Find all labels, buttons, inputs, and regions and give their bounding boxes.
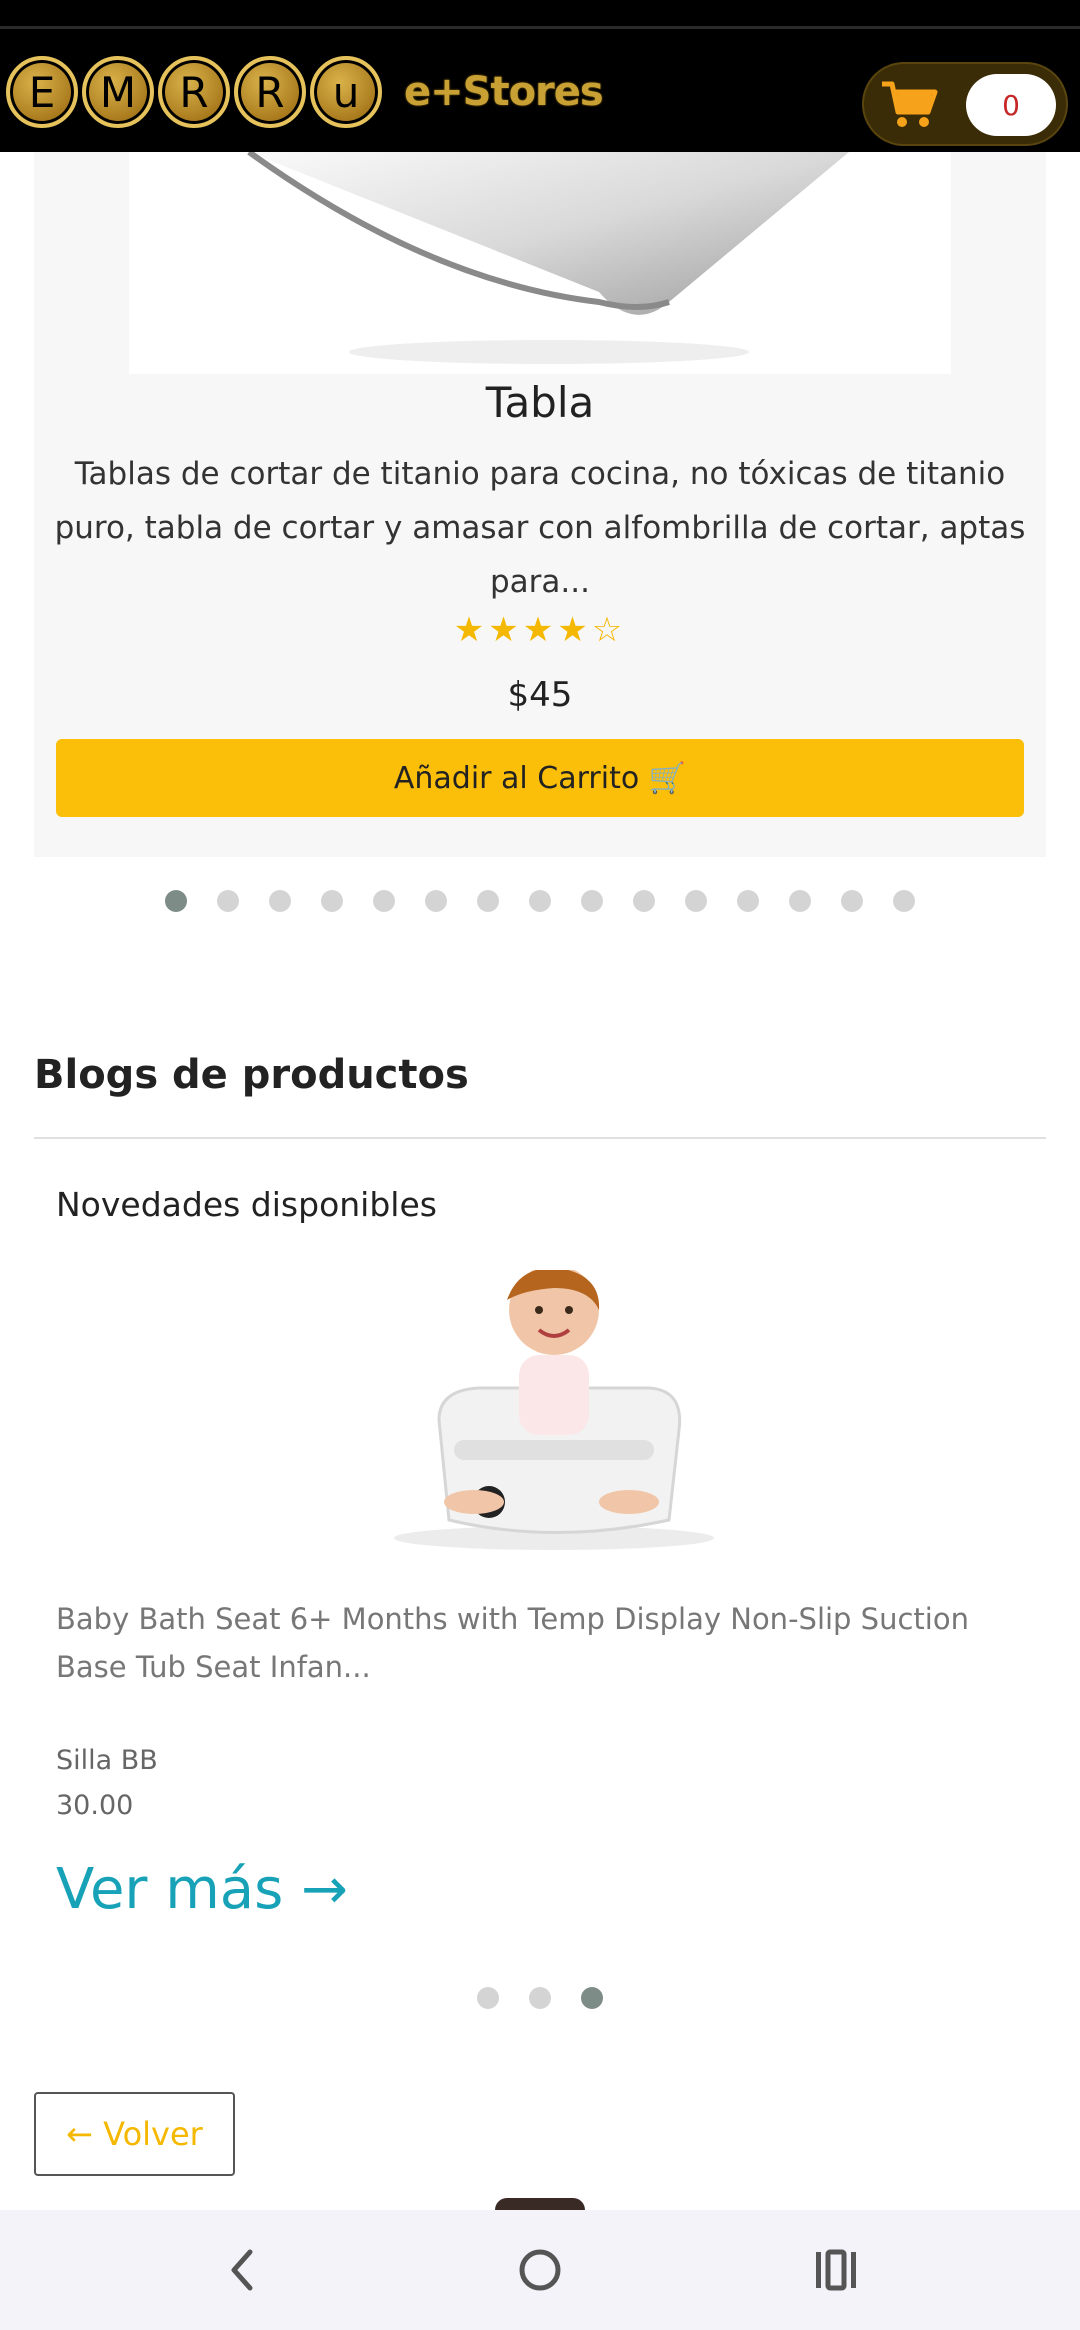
blog-carousel-dot[interactable] — [529, 1987, 551, 2009]
next-blog-image-peek — [495, 2198, 585, 2210]
logo-coin-m: M — [82, 56, 154, 128]
product-carousel-dot[interactable] — [373, 890, 395, 912]
logo-coin-e: E — [6, 56, 78, 128]
star-filled-icon: ★ — [522, 610, 558, 650]
product-carousel-dot[interactable] — [425, 890, 447, 912]
product-carousel-dots — [0, 890, 1080, 914]
logo-coin-r1: R — [158, 56, 230, 128]
site-logo[interactable]: E M R R u e+Stores — [6, 37, 604, 147]
blog-description: Baby Bath Seat 6+ Months with Temp Displ… — [56, 1602, 969, 1684]
baby-bath-seat-image[interactable] — [379, 1270, 729, 1560]
section-divider — [34, 1137, 1046, 1139]
product-carousel-dot[interactable] — [841, 890, 863, 912]
status-bar — [0, 0, 1080, 26]
cart-button[interactable]: 0 — [862, 62, 1068, 146]
shopping-cart-icon — [882, 81, 938, 127]
site-header: E M R R u e+Stores 0 — [0, 26, 1080, 152]
see-more-link[interactable]: Ver más → — [56, 1850, 348, 1930]
star-filled-icon: ★ — [453, 610, 489, 650]
blog-card: Novedades disponibles Baby Bath Seat 6+ … — [34, 1140, 1046, 1980]
add-to-cart-button[interactable]: Añadir al Carrito 🛒 — [56, 739, 1024, 817]
cutting-board-image — [247, 152, 849, 364]
product-image[interactable] — [129, 152, 951, 374]
home-circle-icon[interactable] — [510, 2240, 570, 2300]
blog-carousel-dots — [0, 1987, 1080, 2011]
system-nav-bar — [0, 2210, 1080, 2330]
back-chevron-icon[interactable] — [212, 2240, 272, 2300]
product-carousel-dot[interactable] — [789, 890, 811, 912]
star-empty-icon: ☆ — [591, 610, 627, 650]
product-description: Tablas de cortar de titanio para cocina,… — [54, 456, 1026, 600]
product-carousel-dot[interactable] — [165, 890, 187, 912]
product-price: $45 — [507, 675, 573, 715]
blog-product-price: 30.00 — [56, 1790, 134, 1821]
recent-apps-icon[interactable] — [806, 2240, 866, 2300]
product-carousel-dot[interactable] — [321, 890, 343, 912]
product-carousel-dot[interactable] — [893, 890, 915, 912]
product-carousel-dot[interactable] — [737, 890, 759, 912]
back-button[interactable]: ← Volver — [34, 2092, 235, 2176]
logo-coin-r2: R — [234, 56, 306, 128]
product-carousel-dot[interactable] — [529, 890, 551, 912]
product-rating: ★★★★☆ — [34, 610, 1046, 650]
product-card: Tabla Tablas de cortar de titanio para c… — [34, 152, 1046, 857]
star-filled-icon: ★ — [557, 610, 592, 650]
blog-carousel-dot[interactable] — [581, 1987, 603, 2009]
cart-count-badge: 0 — [966, 74, 1056, 136]
logo-coin-u: u — [310, 56, 382, 128]
product-title[interactable]: Tabla — [34, 374, 1046, 432]
product-carousel-dot[interactable] — [269, 890, 291, 912]
product-carousel-dot[interactable] — [581, 890, 603, 912]
logo-suffix: e+Stores — [404, 69, 604, 115]
blog-subtitle: Novedades disponibles — [56, 1185, 437, 1224]
product-carousel-dot[interactable] — [685, 890, 707, 912]
product-carousel-dot[interactable] — [633, 890, 655, 912]
blog-product-name: Silla BB — [56, 1745, 158, 1776]
star-filled-icon: ★ — [488, 610, 523, 650]
blogs-heading: Blogs de productos — [34, 1052, 469, 1098]
product-carousel-dot[interactable] — [217, 890, 239, 912]
blog-carousel-dot[interactable] — [477, 1987, 499, 2009]
product-carousel-dot[interactable] — [477, 890, 499, 912]
